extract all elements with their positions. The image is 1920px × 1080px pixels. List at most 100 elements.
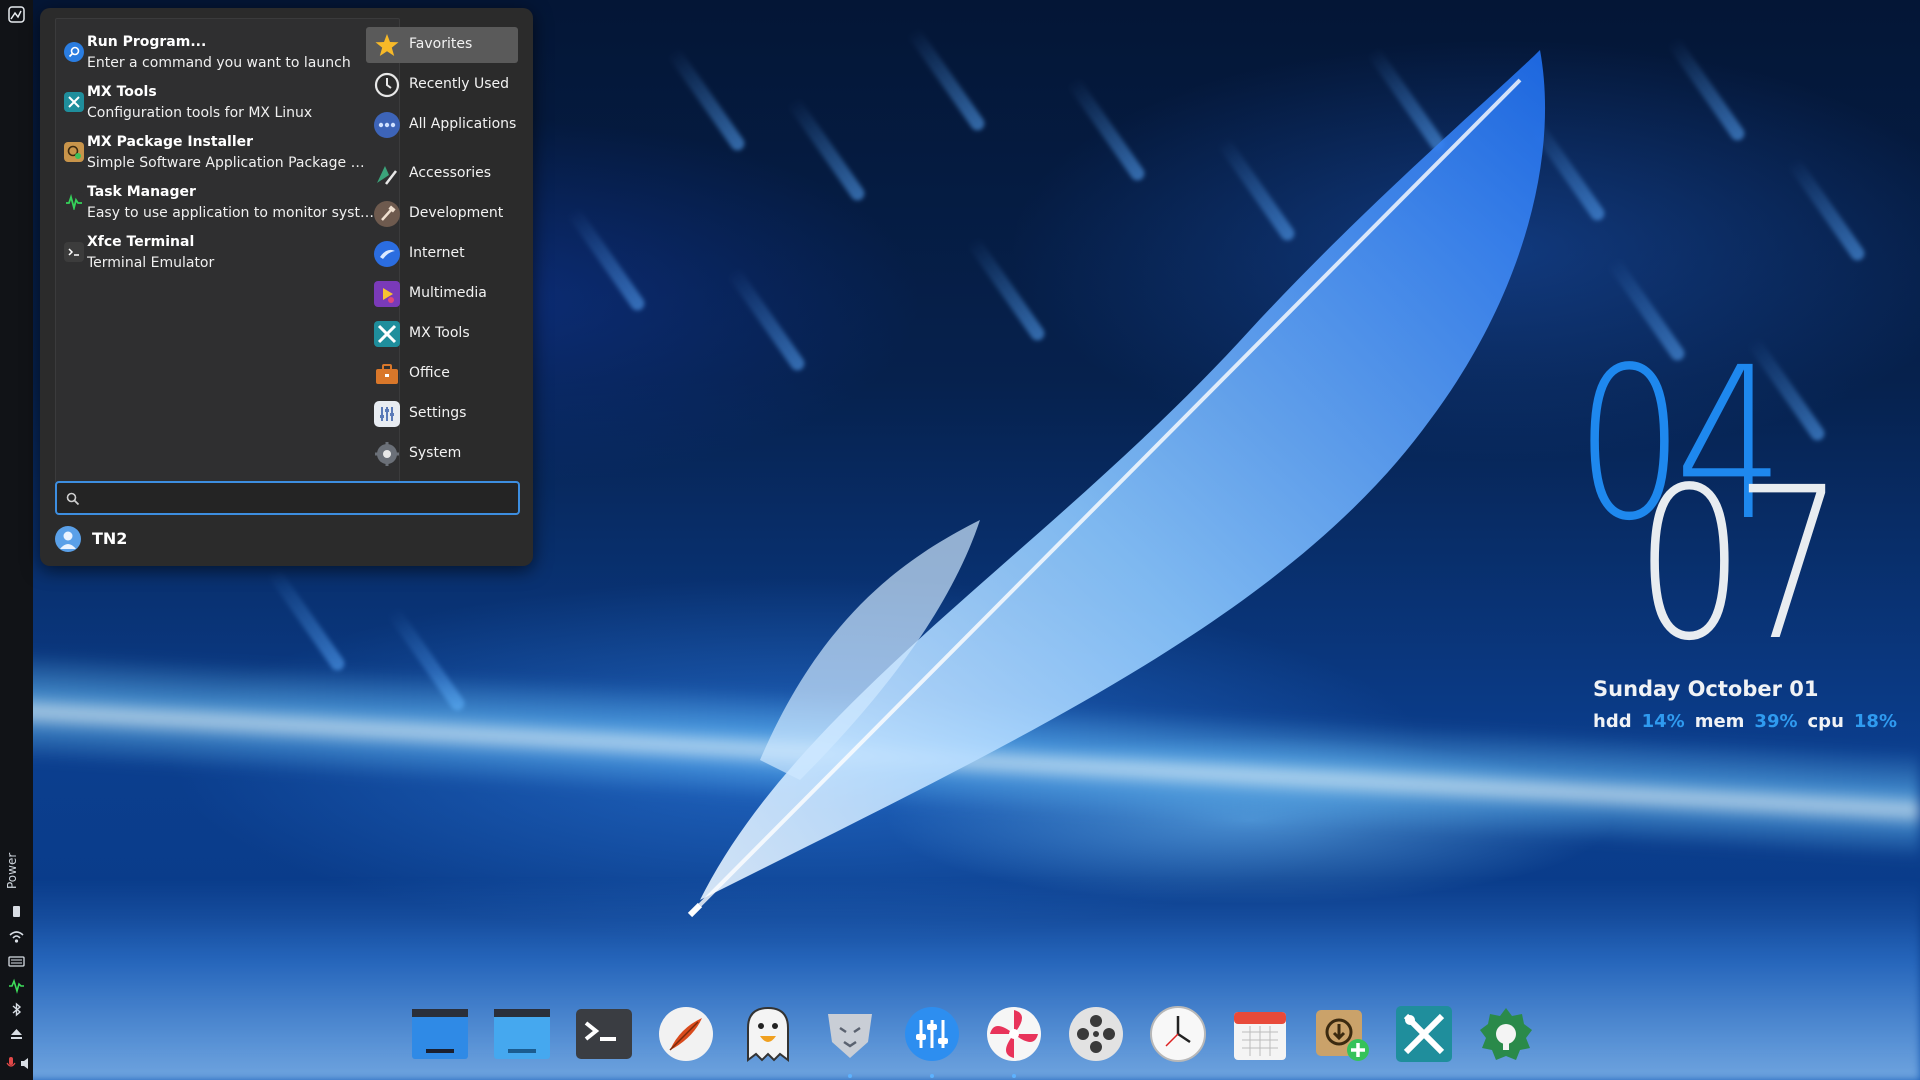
category-office[interactable]: Office: [366, 356, 518, 392]
avatar: [55, 526, 81, 552]
terminal-icon: [64, 242, 84, 262]
category-label: Favorites: [409, 36, 473, 52]
category-label: Multimedia: [409, 285, 487, 301]
search-box: [55, 481, 520, 515]
dock-item-ghost[interactable]: [738, 1004, 798, 1064]
category-development[interactable]: Development: [366, 196, 518, 232]
dock-item-package-installer[interactable]: [1312, 1004, 1372, 1064]
dock-item-tweak[interactable]: [1476, 1004, 1536, 1064]
microphone-icon[interactable]: [2, 1055, 19, 1072]
category-mx-tools[interactable]: MX Tools: [366, 316, 518, 352]
favorite-name: Xfce Terminal: [87, 234, 195, 250]
package-installer-icon: [1316, 1010, 1369, 1061]
run-program-icon: [64, 42, 84, 62]
dock-item-feather[interactable]: [656, 1004, 716, 1064]
category-recently-used[interactable]: Recently Used: [366, 67, 518, 103]
list-item-xfce-terminal[interactable]: Xfce Terminal Terminal Emulator: [62, 227, 396, 277]
mx-tools-icon: [64, 92, 84, 112]
dock-item-lion[interactable]: [820, 1004, 880, 1064]
favorite-description: Terminal Emulator: [87, 255, 215, 271]
pinwheel-icon: [987, 1007, 1041, 1061]
eject-icon[interactable]: [8, 1025, 25, 1042]
mx-logo-icon[interactable]: [8, 6, 25, 23]
category-label: Settings: [409, 405, 467, 421]
category-label: Accessories: [409, 165, 492, 181]
dock: [408, 1000, 1532, 1080]
dock-item-mx-tools[interactable]: [1394, 1004, 1454, 1064]
multimedia-icon: [374, 281, 400, 307]
favorite-description: Easy to use application to monitor syst…: [87, 205, 374, 221]
category-label: Office: [409, 365, 450, 381]
tweak-icon: [1480, 1008, 1532, 1060]
list-item-task-manager[interactable]: Task Manager Easy to use application to …: [62, 177, 396, 227]
favorite-description: Enter a command you want to launch: [87, 55, 351, 71]
settings-icon: [374, 401, 400, 427]
dock-item-pinwheel[interactable]: [984, 1004, 1044, 1064]
system-stats: hdd 14% mem 39% cpu 18%: [1593, 711, 1907, 732]
dock-item-file-manager-alt[interactable]: [492, 1004, 552, 1064]
list-item-run-program[interactable]: Run Program... Enter a command you want …: [62, 27, 396, 77]
bluetooth-icon[interactable]: [8, 1001, 25, 1018]
category-label: Internet: [409, 245, 465, 261]
task-manager-icon: [64, 192, 84, 212]
internet-icon: [374, 241, 400, 267]
list-item-mx-package-installer[interactable]: MX Package Installer Simple Software App…: [62, 127, 396, 177]
dock-item-clock[interactable]: [1148, 1004, 1208, 1064]
system-icon: [374, 441, 400, 467]
search-icon: [66, 491, 80, 506]
clock-icon: [374, 72, 400, 98]
stat-value-hdd: 14%: [1641, 711, 1685, 732]
dock-item-film-reel[interactable]: [1066, 1004, 1126, 1064]
file-manager-icon: [412, 1009, 468, 1059]
category-label: All Applications: [409, 116, 517, 132]
dock-item-calendar[interactable]: [1230, 1004, 1290, 1064]
keyboard-icon[interactable]: [8, 953, 25, 970]
stat-value-cpu: 18%: [1853, 711, 1897, 732]
category-favorites[interactable]: Favorites: [366, 27, 518, 63]
lion-icon: [828, 1014, 872, 1058]
terminal-icon: [576, 1009, 632, 1059]
favorite-name: Task Manager: [87, 184, 196, 200]
favorites-list: Run Program... Enter a command you want …: [55, 18, 400, 483]
wifi-icon[interactable]: [8, 928, 25, 945]
package-installer-icon: [64, 142, 84, 162]
stat-label-hdd: hdd: [1593, 711, 1632, 732]
category-label: MX Tools: [409, 325, 470, 341]
clock-minute: 07: [1635, 442, 1844, 687]
power-label[interactable]: Power: [5, 848, 27, 894]
ghost-icon: [747, 1006, 789, 1062]
favorite-name: MX Tools: [87, 84, 157, 100]
dock-item-file-manager[interactable]: [410, 1004, 470, 1064]
category-multimedia[interactable]: Multimedia: [366, 276, 518, 312]
volume-icon[interactable]: [18, 1055, 35, 1072]
activity-monitor-icon[interactable]: [8, 977, 25, 994]
battery-icon[interactable]: [8, 903, 25, 920]
feather-icon: [659, 1007, 713, 1061]
favorite-description: Configuration tools for MX Linux: [87, 105, 313, 121]
side-panel: Power: [0, 0, 33, 1080]
category-settings[interactable]: Settings: [366, 396, 518, 432]
office-icon: [374, 361, 400, 387]
mixer-icon: [905, 1007, 959, 1061]
mx-tools-icon: [1396, 1006, 1452, 1062]
film-reel-icon: [1069, 1007, 1123, 1061]
star-icon: [374, 32, 400, 58]
dock-item-mixer[interactable]: [902, 1004, 962, 1064]
category-label: Development: [409, 205, 504, 221]
category-system[interactable]: System: [366, 436, 518, 472]
category-all-applications[interactable]: All Applications: [366, 107, 518, 143]
list-item-mx-tools[interactable]: MX Tools Configuration tools for MX Linu…: [62, 77, 396, 127]
category-internet[interactable]: Internet: [366, 236, 518, 272]
search-input[interactable]: [89, 487, 509, 509]
user-name: TN2: [92, 529, 128, 548]
category-label: Recently Used: [409, 76, 510, 92]
category-accessories[interactable]: Accessories: [366, 156, 518, 192]
clock-date: Sunday October 01: [1593, 677, 1819, 701]
running-indicator: [1012, 1074, 1016, 1078]
accessories-icon: [374, 161, 400, 187]
running-indicator: [848, 1074, 852, 1078]
file-manager-alt-icon: [494, 1009, 550, 1059]
dock-item-terminal[interactable]: [574, 1004, 634, 1064]
user-account[interactable]: TN2: [55, 524, 255, 554]
clock-icon: [1150, 1006, 1206, 1062]
